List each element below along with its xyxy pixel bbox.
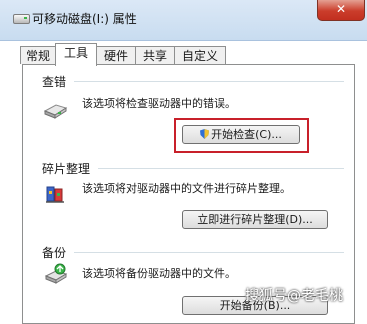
watermark-text: 搜狐号@老毛桃 bbox=[245, 288, 343, 304]
defragment-now-button[interactable]: 立即进行碎片整理(D)... bbox=[182, 210, 328, 229]
start-check-label: 开始检查(C)... bbox=[211, 128, 282, 141]
defragment-icon bbox=[46, 186, 64, 203]
disk-check-icon bbox=[43, 104, 68, 119]
start-check-button[interactable]: 开始检查(C)... bbox=[182, 125, 300, 144]
tab-hardware[interactable]: 硬件 bbox=[96, 46, 136, 64]
removable-drive-icon bbox=[13, 14, 30, 24]
window-title: 可移动磁盘(I:) 属性 bbox=[32, 12, 137, 26]
tab-general[interactable]: 常规 bbox=[20, 46, 56, 64]
defrag-description: 该选项将对驱动器中的文件进行碎片整理。 bbox=[82, 182, 291, 195]
backup-description: 该选项将备份驱动器中的文件。 bbox=[82, 267, 236, 280]
backup-title: 备份 bbox=[42, 246, 67, 260]
close-button[interactable]: ✕ bbox=[317, 0, 365, 21]
tab-customize[interactable]: 自定义 bbox=[174, 46, 226, 64]
group-divider bbox=[74, 81, 344, 82]
defrag-title: 碎片整理 bbox=[42, 162, 91, 176]
uac-shield-icon bbox=[200, 129, 210, 139]
backup-icon bbox=[44, 263, 68, 284]
title-bar: 可移动磁盘(I:) 属性 ✕ bbox=[0, 0, 367, 41]
tab-tools[interactable]: 工具 bbox=[55, 43, 97, 66]
error-check-description: 该选项将检查驱动器中的错误。 bbox=[82, 97, 236, 110]
group-divider bbox=[74, 252, 344, 253]
error-check-title: 查错 bbox=[42, 75, 67, 89]
tab-sharing[interactable]: 共享 bbox=[135, 46, 175, 64]
group-divider bbox=[98, 168, 344, 169]
